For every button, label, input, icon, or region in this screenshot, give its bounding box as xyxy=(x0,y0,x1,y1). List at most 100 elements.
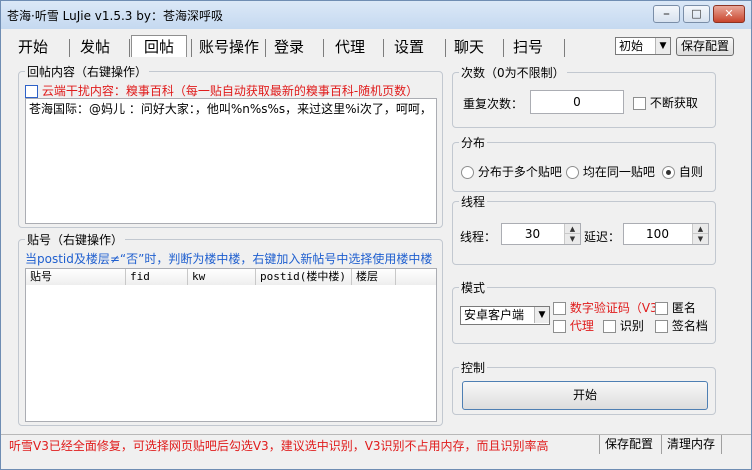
control-legend: 控制 xyxy=(459,359,488,376)
signature-checkbox[interactable] xyxy=(655,320,668,333)
recognize-option[interactable]: 识别 xyxy=(603,317,644,334)
tab-account-ops[interactable]: 账号操作 xyxy=(195,36,263,58)
status-save-config-button[interactable]: 保存配置 xyxy=(599,435,661,454)
distribution-option-same[interactable]: 均在同一贴吧 xyxy=(566,163,655,180)
tab-separator xyxy=(129,39,130,57)
profile-select-value: 初始 xyxy=(619,39,644,53)
captcha-option[interactable]: 数字验证码（V3） xyxy=(553,299,670,316)
spin-up-icon[interactable]: ▲ xyxy=(693,224,708,234)
delay-value: 100 xyxy=(646,227,669,241)
threads-spinner[interactable]: 30 ▲ ▼ xyxy=(501,223,581,245)
distribution-option-auto[interactable]: 自则 xyxy=(662,163,703,180)
reply-content-textarea[interactable]: 苍海国际：@妈儿 ：问好大家：，他叫%n%s%s，来过这里%i次了，呵呵， xyxy=(25,98,437,224)
captcha-checkbox[interactable] xyxy=(553,302,566,315)
spin-down-icon[interactable]: ▼ xyxy=(693,234,708,244)
tab-reply[interactable]: 回帖 xyxy=(131,35,187,57)
tab-separator xyxy=(69,39,70,57)
recognize-label: 识别 xyxy=(619,319,644,333)
app-window: 苍海·听雪 LuJie v1.5.3 by：苍海深呼吸 ⎯ □ ✕ 开始 发帖 … xyxy=(0,0,752,470)
distribution-label: 均在同一贴吧 xyxy=(582,165,655,179)
anonymous-label: 匿名 xyxy=(671,301,696,315)
save-config-button[interactable]: 保存配置 xyxy=(676,37,734,56)
repeat-count-value: 0 xyxy=(573,95,581,109)
delay-spinner[interactable]: 100 ▲ ▼ xyxy=(623,223,709,245)
posts-hint: 当postid及楼层≠“否”时，判断为楼中楼，右键加入新帖号中选择使用楼中楼 xyxy=(25,252,433,266)
tab-proxy[interactable]: 代理 xyxy=(330,36,370,58)
distribution-label: 自则 xyxy=(678,165,703,179)
posts-column-header-filler xyxy=(396,269,436,285)
posts-legend: 贴号（右键操作） xyxy=(25,231,126,248)
mode-proxy-checkbox[interactable] xyxy=(553,320,566,333)
repeat-count-label: 重复次数： xyxy=(463,97,524,111)
anonymous-option[interactable]: 匿名 xyxy=(655,299,696,316)
tab-scan[interactable]: 扫号 xyxy=(508,36,548,58)
signature-option[interactable]: 签名档 xyxy=(655,317,708,334)
distribution-option-multi[interactable]: 分布于多个贴吧 xyxy=(461,163,562,180)
tab-login[interactable]: 登录 xyxy=(269,36,309,58)
recognize-checkbox[interactable] xyxy=(603,320,616,333)
posts-column-header[interactable]: postid(楼中楼) xyxy=(256,269,352,285)
spin-up-icon[interactable]: ▲ xyxy=(565,224,580,234)
spinner-arrows: ▲ ▼ xyxy=(564,224,580,244)
tab-separator xyxy=(265,39,266,57)
count-legend: 次数（0为不限制） xyxy=(459,64,567,81)
posts-column-header[interactable]: kw xyxy=(188,269,256,285)
nonstop-option[interactable]: 不断获取 xyxy=(633,94,698,111)
control-group: 控制 开始 xyxy=(452,359,716,415)
threads-legend: 线程 xyxy=(459,193,488,210)
posts-group: 贴号（右键操作） 当postid及楼层≠“否”时，判断为楼中楼，右键加入新帖号中… xyxy=(18,231,443,426)
count-group: 次数（0为不限制） 重复次数： 0 不断获取 xyxy=(452,64,716,128)
mode-group: 模式 安卓客户端 ▼ 数字验证码（V3） 匿名 代理 识别 签名档 xyxy=(452,279,716,344)
profile-select[interactable]: 初始 ▼ xyxy=(615,37,671,55)
threads-label: 线程： xyxy=(460,230,497,244)
posts-column-header[interactable]: fid xyxy=(126,269,188,285)
delay-label: 延迟： xyxy=(584,230,621,244)
reply-content-text: 苍海国际：@妈儿 ：问好大家：，他叫%n%s%s，来过这里%i次了，呵呵， xyxy=(29,102,432,116)
reply-content-legend: 回帖内容（右键操作） xyxy=(25,63,150,80)
close-button[interactable]: ✕ xyxy=(713,5,745,23)
posts-column-header[interactable]: 贴号 xyxy=(26,269,126,285)
tab-settings[interactable]: 设置 xyxy=(389,36,429,58)
title-bar: 苍海·听雪 LuJie v1.5.3 by：苍海深呼吸 ⎯ □ ✕ xyxy=(1,1,751,29)
distribution-label: 分布于多个贴吧 xyxy=(477,165,562,179)
distribution-group: 分布 分布于多个贴吧 均在同一贴吧 自则 xyxy=(452,134,716,192)
posts-column-header[interactable]: 楼层 xyxy=(352,269,396,285)
chevron-down-icon: ▼ xyxy=(655,38,670,54)
interference-option[interactable]: 云端干扰内容：糗事百科（每一贴自动获取最新的糗事百科-随机页数） xyxy=(25,82,418,99)
anonymous-checkbox[interactable] xyxy=(655,302,668,315)
distribution-radio-multi[interactable] xyxy=(461,166,474,179)
interference-checkbox[interactable] xyxy=(25,85,38,98)
mode-proxy-option[interactable]: 代理 xyxy=(553,317,594,334)
main-tabs: 开始 发帖 回帖 账号操作 登录 代理 设置 聊天 扫号 xyxy=(7,35,607,60)
interference-label: 云端干扰内容：糗事百科（每一贴自动获取最新的糗事百科-随机页数） xyxy=(41,84,419,98)
status-bar: 听雪V3已经全面修复，可选择网页贴吧后勾选V3，建议选中识别，V3识别不占用内存… xyxy=(1,434,751,454)
mode-select[interactable]: 安卓客户端 ▼ xyxy=(460,306,550,325)
mode-legend: 模式 xyxy=(459,279,488,296)
tab-chat[interactable]: 聊天 xyxy=(449,36,489,58)
status-message: 听雪V3已经全面修复，可选择网页贴吧后勾选V3，建议选中识别，V3识别不占用内存… xyxy=(9,439,549,453)
spin-down-icon[interactable]: ▼ xyxy=(565,234,580,244)
clear-memory-button[interactable]: 清理内存 xyxy=(661,435,721,454)
reply-content-group: 回帖内容（右键操作） 云端干扰内容：糗事百科（每一贴自动获取最新的糗事百科-随机… xyxy=(18,63,443,228)
mode-select-value: 安卓客户端 xyxy=(464,308,525,322)
tab-separator xyxy=(445,39,446,57)
distribution-radio-same[interactable] xyxy=(566,166,579,179)
start-button[interactable]: 开始 xyxy=(462,381,708,410)
tab-post[interactable]: 发帖 xyxy=(75,36,115,58)
tab-separator xyxy=(503,39,504,57)
repeat-count-input[interactable]: 0 xyxy=(530,90,624,114)
posts-table[interactable]: 贴号 fid kw postid(楼中楼) 楼层 xyxy=(25,268,437,422)
distribution-legend: 分布 xyxy=(459,134,488,151)
maximize-button[interactable]: □ xyxy=(683,5,710,23)
threads-value: 30 xyxy=(524,227,541,241)
tab-start[interactable]: 开始 xyxy=(13,36,53,58)
spinner-arrows: ▲ ▼ xyxy=(692,224,708,244)
tab-separator xyxy=(191,39,192,57)
status-spacer xyxy=(721,435,751,454)
distribution-radio-auto[interactable] xyxy=(662,166,675,179)
tab-separator xyxy=(383,39,384,57)
tab-separator xyxy=(323,39,324,57)
minimize-button[interactable]: ⎯ xyxy=(653,5,680,23)
nonstop-checkbox[interactable] xyxy=(633,97,646,110)
threads-group: 线程 线程： 30 ▲ ▼ 延迟： 100 ▲ ▼ xyxy=(452,193,716,265)
